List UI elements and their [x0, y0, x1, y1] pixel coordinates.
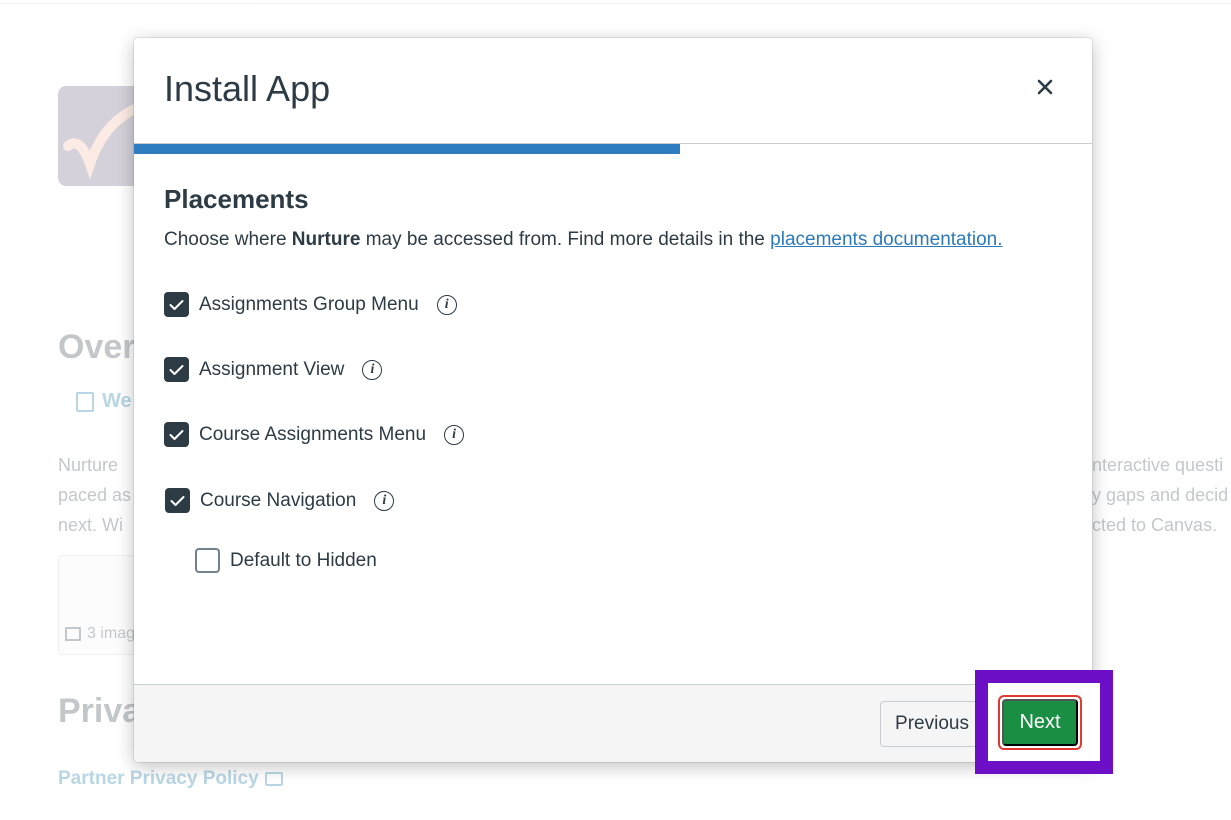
progress-fill	[134, 144, 681, 154]
info-icon[interactable]: i	[444, 424, 465, 445]
info-icon[interactable]: i	[436, 294, 457, 315]
section-title: Placements	[164, 184, 309, 214]
default-to-hidden-option[interactable]: Default to Hidden	[195, 548, 377, 573]
close-icon	[1037, 79, 1053, 95]
checkbox-unchecked[interactable]	[195, 548, 220, 573]
placement-assignment-view[interactable]: Assignment View i	[164, 357, 383, 382]
check-icon	[169, 299, 184, 310]
check-icon	[170, 495, 185, 506]
overview-heading: Over	[58, 328, 136, 366]
next-button[interactable]: Next	[1002, 699, 1078, 746]
modal-title: Install App	[164, 68, 331, 109]
modal-body: Placements Choose where Nurture may be a…	[164, 184, 1064, 251]
check-icon	[169, 429, 184, 440]
check-icon	[169, 364, 184, 375]
option-label: Default to Hidden	[230, 549, 377, 571]
install-app-modal: Install App Placements Choose where Nurt…	[134, 38, 1092, 762]
privacy-policy-label: Partner Privacy Policy	[58, 768, 259, 789]
modal-header: Install App	[134, 38, 1092, 144]
checkbox-checked[interactable]	[164, 357, 189, 382]
website-link[interactable]: We	[76, 390, 132, 413]
placement-label: Assignments Group Menu	[199, 293, 419, 315]
image-icon	[65, 627, 81, 641]
checkbox-checked[interactable]	[164, 422, 189, 447]
privacy-heading: Priva	[58, 692, 142, 730]
placement-course-assignments-menu[interactable]: Course Assignments Menu i	[164, 422, 465, 447]
description-left: Nurture paced as next. Wi	[58, 455, 132, 535]
description-right: nteractive questi y gaps and decid cted …	[1092, 455, 1229, 535]
modal-footer: Previous	[134, 684, 1092, 762]
website-link-label: We	[102, 390, 132, 412]
external-link-icon	[264, 772, 283, 786]
close-button[interactable]	[1030, 72, 1060, 102]
info-icon[interactable]: i	[374, 490, 395, 511]
privacy-policy-link[interactable]: Partner Privacy Policy	[58, 768, 283, 790]
placement-label: Course Navigation	[200, 489, 357, 511]
images-caption: 3 imag	[65, 625, 135, 643]
placements-description: Choose where Nurture may be accessed fro…	[164, 229, 1003, 250]
placement-label: Assignment View	[199, 358, 345, 380]
progress-bar	[134, 144, 1092, 154]
checkbox-checked[interactable]	[165, 488, 190, 513]
placement-course-navigation[interactable]: Course Navigation i	[165, 488, 395, 513]
app-name: Nurture	[291, 229, 361, 250]
previous-button[interactable]: Previous	[880, 701, 984, 747]
top-divider	[0, 0, 1231, 4]
info-icon[interactable]: i	[362, 359, 383, 380]
placement-label: Course Assignments Menu	[199, 423, 427, 445]
external-link-icon	[76, 391, 94, 412]
checkbox-checked[interactable]	[164, 292, 189, 317]
placements-documentation-link[interactable]: placements documentation.	[770, 229, 1002, 250]
placement-assignments-group-menu[interactable]: Assignments Group Menu i	[164, 292, 457, 317]
